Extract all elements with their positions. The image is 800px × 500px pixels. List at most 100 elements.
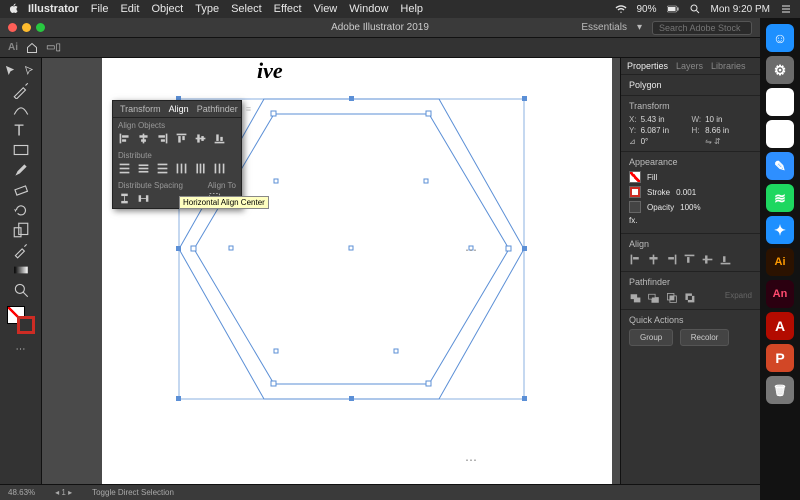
- zoom-level[interactable]: 48.63%: [8, 488, 35, 497]
- dock-illustrator[interactable]: Ai: [766, 248, 794, 276]
- align-hcenter-icon[interactable]: [137, 132, 150, 145]
- dist-hcenter-icon[interactable]: [194, 162, 207, 175]
- align-bottom-icon[interactable]: [213, 132, 226, 145]
- doc-arrange-icon[interactable]: ▭▯: [46, 42, 61, 53]
- opacity-value[interactable]: 100%: [680, 203, 700, 212]
- tab-libraries[interactable]: Libraries: [711, 61, 746, 71]
- transform-angle[interactable]: 0°: [641, 137, 688, 146]
- menu-select[interactable]: Select: [231, 3, 262, 15]
- notification-center-icon[interactable]: [780, 3, 792, 15]
- pf-minus-front-icon[interactable]: [647, 291, 660, 304]
- dist-top-icon[interactable]: [118, 162, 131, 175]
- dist-left-icon[interactable]: [175, 162, 188, 175]
- pf-intersect-icon[interactable]: [665, 291, 678, 304]
- transform-h[interactable]: 8.66 in: [705, 126, 752, 135]
- stroke-swatch[interactable]: [17, 316, 35, 334]
- align-panel[interactable]: Transform Align Pathfinder ≡ Align Objec…: [112, 100, 242, 209]
- paintbrush-tool[interactable]: [12, 161, 30, 179]
- dock-trash[interactable]: 🗑: [766, 376, 794, 404]
- tab-align[interactable]: Align: [166, 103, 192, 115]
- menu-app-name[interactable]: Illustrator: [28, 3, 79, 15]
- panel-menu-icon[interactable]: ≡: [243, 103, 254, 115]
- minimize-window-button[interactable]: [22, 23, 31, 32]
- transform-y[interactable]: 6.087 in: [641, 126, 688, 135]
- menu-type[interactable]: Type: [195, 3, 219, 15]
- dist-vcenter-icon[interactable]: [137, 162, 150, 175]
- align-vcenter-icon[interactable]: [194, 132, 207, 145]
- scale-tool[interactable]: [12, 221, 30, 239]
- direct-selection-tool[interactable]: [21, 62, 39, 80]
- opacity-swatch[interactable]: [629, 201, 641, 213]
- dock-powerpoint[interactable]: P: [766, 344, 794, 372]
- dock-safari[interactable]: ✦: [766, 216, 794, 244]
- menu-edit[interactable]: Edit: [120, 3, 139, 15]
- tab-transform[interactable]: Transform: [117, 103, 164, 115]
- close-window-button[interactable]: [8, 23, 17, 32]
- menu-effect[interactable]: Effect: [274, 3, 302, 15]
- dock-photos[interactable]: ✿: [766, 88, 794, 116]
- align-left-icon[interactable]: [118, 132, 131, 145]
- stroke-weight[interactable]: 0.001: [676, 188, 696, 197]
- align-right-icon[interactable]: [156, 132, 169, 145]
- transform-w[interactable]: 10 in: [705, 115, 752, 124]
- workspace-switcher[interactable]: Essentials: [581, 22, 627, 33]
- dock-notes[interactable]: ✎: [766, 152, 794, 180]
- clock[interactable]: Mon 9:20 PM: [711, 4, 770, 15]
- mini-align-right-icon[interactable]: [665, 253, 678, 266]
- home-icon[interactable]: [26, 42, 38, 54]
- rotate-tool[interactable]: [12, 201, 30, 219]
- menu-file[interactable]: File: [91, 3, 109, 15]
- mac-app-menu[interactable]: Illustrator File Edit Object Type Select…: [28, 3, 423, 15]
- recolor-button[interactable]: Recolor: [680, 329, 730, 346]
- menu-view[interactable]: View: [314, 3, 338, 15]
- collapsed-panel-dots-2[interactable]: ⋯: [465, 453, 478, 467]
- mini-align-vcenter-icon[interactable]: [701, 253, 714, 266]
- dock-acrobat[interactable]: A: [766, 312, 794, 340]
- mini-align-hcenter-icon[interactable]: [647, 253, 660, 266]
- maximize-window-button[interactable]: [36, 23, 45, 32]
- spotlight-icon[interactable]: [689, 3, 701, 15]
- type-tool[interactable]: T: [12, 121, 30, 139]
- dist-bottom-icon[interactable]: [156, 162, 169, 175]
- eraser-tool[interactable]: [12, 181, 30, 199]
- menu-window[interactable]: Window: [349, 3, 388, 15]
- stroke-color-swatch[interactable]: [629, 186, 641, 198]
- fill-color-swatch[interactable]: [629, 171, 641, 183]
- menu-object[interactable]: Object: [151, 3, 183, 15]
- mini-align-bottom-icon[interactable]: [719, 253, 732, 266]
- dock-animate[interactable]: An: [766, 280, 794, 308]
- group-button[interactable]: Group: [629, 329, 673, 346]
- window-controls[interactable]: [8, 23, 45, 32]
- fx-label[interactable]: fx.: [629, 216, 637, 225]
- fill-stroke-swatches[interactable]: [7, 306, 35, 334]
- pf-exclude-icon[interactable]: [683, 291, 696, 304]
- flip-icons[interactable]: ⇋ ⇵: [705, 137, 752, 146]
- dist-space-v-icon[interactable]: [118, 192, 131, 205]
- tab-layers[interactable]: Layers: [676, 61, 703, 71]
- dock-finder[interactable]: ☺: [766, 24, 794, 52]
- zoom-tool[interactable]: [12, 281, 30, 299]
- tab-properties[interactable]: Properties: [627, 61, 668, 71]
- pf-expand[interactable]: Expand: [725, 291, 752, 304]
- collapsed-panel-dots[interactable]: ⋯: [465, 243, 478, 257]
- chevron-down-icon[interactable]: ▾: [637, 22, 642, 33]
- dist-right-icon[interactable]: [213, 162, 226, 175]
- transform-x[interactable]: 5.43 in: [641, 115, 688, 124]
- artboard-nav[interactable]: ◂ 1 ▸: [55, 488, 72, 497]
- eyedropper-tool[interactable]: [12, 241, 30, 259]
- dist-space-h-icon[interactable]: [137, 192, 150, 205]
- edit-toolbar-button[interactable]: ⋯: [12, 340, 30, 358]
- dock-chrome[interactable]: ◉: [766, 120, 794, 148]
- mini-align-left-icon[interactable]: [629, 253, 642, 266]
- dock-settings[interactable]: ⚙: [766, 56, 794, 84]
- align-top-icon[interactable]: [175, 132, 188, 145]
- pen-tool[interactable]: [12, 81, 30, 99]
- dock-spotify[interactable]: ≋: [766, 184, 794, 212]
- tab-pathfinder[interactable]: Pathfinder: [194, 103, 241, 115]
- curvature-tool[interactable]: [12, 101, 30, 119]
- gradient-tool[interactable]: [12, 261, 30, 279]
- menu-help[interactable]: Help: [400, 3, 423, 15]
- mini-align-top-icon[interactable]: [683, 253, 696, 266]
- selection-tool[interactable]: [2, 62, 20, 80]
- canvas-area[interactable]: ive: [42, 58, 620, 484]
